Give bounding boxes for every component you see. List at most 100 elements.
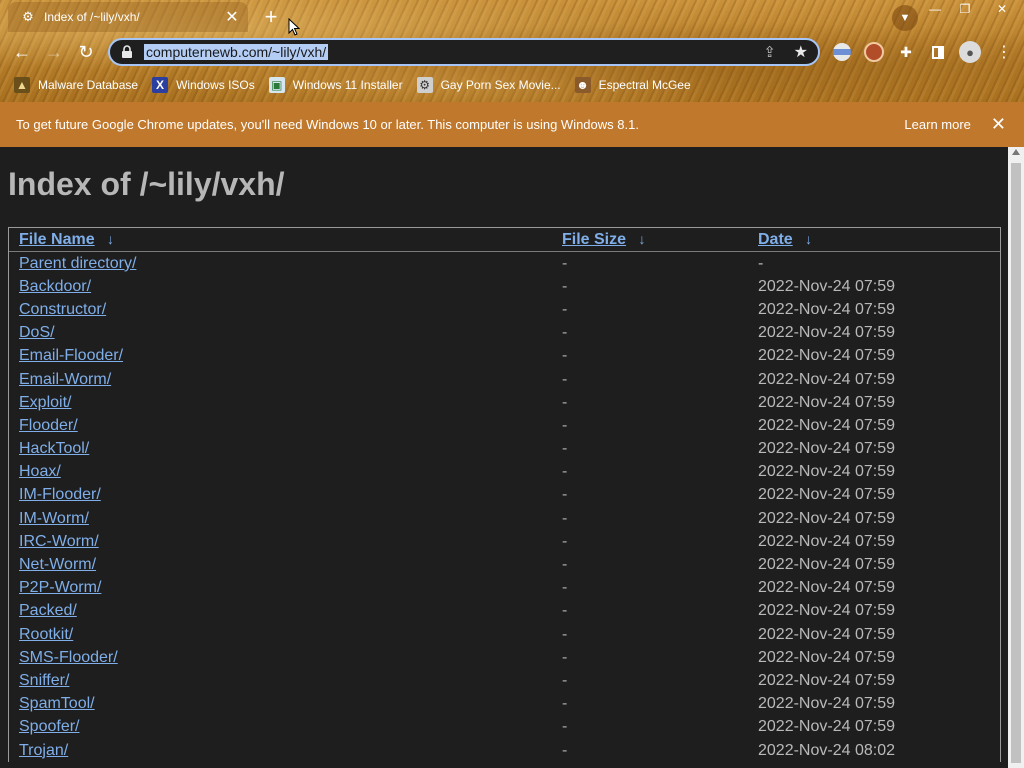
file-date-cell: 2022-Nov-24 08:02: [758, 741, 895, 759]
infobar-close-icon[interactable]: ✕: [991, 114, 1006, 135]
table-row: Constructor/ - 2022-Nov-24 07:59: [9, 298, 1000, 321]
file-link[interactable]: Email-Worm/: [19, 371, 111, 388]
file-name-cell: Exploit/: [9, 394, 552, 412]
extension-globe-icon[interactable]: [832, 42, 852, 62]
file-link[interactable]: SpamTool/: [19, 695, 95, 712]
file-link[interactable]: P2P-Worm/: [19, 579, 101, 596]
file-size-cell: -: [562, 254, 568, 272]
file-link[interactable]: Spoofer/: [19, 718, 79, 735]
share-icon[interactable]: ⇪: [763, 43, 776, 61]
file-size-cell: -: [562, 741, 568, 759]
table-row: P2P-Worm/ - 2022-Nov-24 07:59: [9, 577, 1000, 600]
file-link[interactable]: Hoax/: [19, 463, 61, 480]
file-date-cell: 2022-Nov-24 07:59: [758, 532, 895, 550]
file-name-cell: HackTool/: [9, 440, 552, 458]
file-link[interactable]: HackTool/: [19, 440, 89, 457]
file-link[interactable]: IM-Worm/: [19, 510, 89, 527]
bookmark-label: Malware Database: [38, 78, 139, 92]
forward-button[interactable]: →: [42, 40, 66, 64]
table-row: Parent directory/ - -: [9, 252, 1000, 275]
sort-arrow-icon[interactable]: ↓: [638, 231, 645, 247]
minimize-button[interactable]: —: [920, 0, 950, 18]
file-date-cell: 2022-Nov-24 07:59: [758, 579, 895, 597]
scrollbar-thumb[interactable]: [1011, 163, 1021, 763]
file-name-cell: IRC-Worm/: [9, 533, 552, 551]
file-name-cell: Spoofer/: [9, 718, 552, 736]
chrome-menu-icon[interactable]: ⋮: [994, 42, 1014, 62]
file-link[interactable]: Exploit/: [19, 394, 71, 411]
file-size-cell: -: [562, 556, 568, 574]
tab-close-icon[interactable]: ✕: [222, 7, 242, 27]
new-tab-button[interactable]: +: [260, 5, 282, 29]
extensions-puzzle-icon[interactable]: ✚: [896, 42, 916, 62]
table-row: Email-Flooder/ - 2022-Nov-24 07:59: [9, 345, 1000, 368]
profile-icon[interactable]: ●: [958, 40, 982, 64]
tab-active[interactable]: ⚙ Index of /~lily/vxh/ ✕: [8, 2, 248, 32]
table-row: Email-Worm/ - 2022-Nov-24 07:59: [9, 368, 1000, 391]
table-row: Spoofer/ - 2022-Nov-24 07:59: [9, 716, 1000, 739]
bookmark-star-icon[interactable]: ★: [794, 42, 808, 62]
bookmark-windows-isos[interactable]: X Windows ISOs: [152, 77, 255, 93]
extension-avatar-icon[interactable]: [864, 42, 884, 62]
file-date-cell: 2022-Nov-24 07:59: [758, 300, 895, 318]
sort-arrow-icon[interactable]: ↓: [805, 231, 812, 247]
sort-by-name-link[interactable]: File Name: [19, 231, 95, 248]
file-size-cell: -: [562, 579, 568, 597]
file-date-cell: 2022-Nov-24 07:59: [758, 625, 895, 643]
window-controls: — ❐ ✕: [920, 0, 1024, 18]
file-name-cell: Trojan/: [9, 742, 552, 760]
learn-more-button[interactable]: Learn more: [904, 117, 970, 132]
window-close-button[interactable]: ✕: [980, 0, 1024, 18]
table-row: Net-Worm/ - 2022-Nov-24 07:59: [9, 553, 1000, 576]
file-link[interactable]: Email-Flooder/: [19, 347, 123, 364]
file-link[interactable]: Rootkit/: [19, 626, 73, 643]
back-button[interactable]: ←: [10, 40, 34, 64]
sort-by-size-link[interactable]: File Size: [562, 231, 626, 248]
file-link[interactable]: DoS/: [19, 324, 55, 341]
restore-button[interactable]: ❐: [950, 0, 980, 18]
file-link[interactable]: Parent directory/: [19, 255, 136, 272]
file-link[interactable]: Net-Worm/: [19, 556, 96, 573]
sort-by-date-link[interactable]: Date: [758, 231, 793, 248]
file-date-cell: 2022-Nov-24 07:59: [758, 648, 895, 666]
bookmark-gay-porn[interactable]: ⚙ Gay Porn Sex Movie...: [416, 77, 561, 93]
vertical-scrollbar[interactable]: [1008, 147, 1024, 768]
table-row: Rootkit/ - 2022-Nov-24 07:59: [9, 623, 1000, 646]
scroll-up-arrow-icon[interactable]: [1012, 149, 1020, 155]
file-link[interactable]: Constructor/: [19, 301, 106, 318]
file-date-cell: 2022-Nov-24 07:59: [758, 509, 895, 527]
table-row: Packed/ - 2022-Nov-24 07:59: [9, 600, 1000, 623]
reload-button[interactable]: ↻: [74, 40, 98, 64]
file-link[interactable]: Sniffer/: [19, 672, 69, 689]
tab-favicon-icon: ⚙: [22, 9, 34, 24]
file-name-cell: Packed/: [9, 602, 552, 620]
url-text[interactable]: computernewb.com/~lily/vxh/: [144, 44, 329, 60]
malware-bookmark-icon: ▲: [14, 77, 30, 93]
file-name-cell: Parent directory/: [9, 255, 552, 273]
file-link[interactable]: IM-Flooder/: [19, 486, 101, 503]
file-link[interactable]: Trojan/: [19, 742, 68, 759]
address-bar[interactable]: computernewb.com/~lily/vxh/ ⇪ ★: [108, 38, 820, 66]
table-row: IRC-Worm/ - 2022-Nov-24 07:59: [9, 530, 1000, 553]
file-link[interactable]: Flooder/: [19, 417, 78, 434]
file-name-cell: IM-Flooder/: [9, 486, 552, 504]
infobar-message: To get future Google Chrome updates, you…: [16, 117, 639, 132]
file-link[interactable]: IRC-Worm/: [19, 533, 99, 550]
sort-arrow-icon[interactable]: ↓: [107, 231, 114, 247]
file-size-cell: -: [562, 440, 568, 458]
file-link[interactable]: SMS-Flooder/: [19, 649, 118, 666]
side-panel-icon[interactable]: [928, 42, 948, 62]
gear-bookmark-icon: ⚙: [416, 77, 433, 93]
bookmark-espectral-mcgee[interactable]: ☻ Espectral McGee: [574, 77, 691, 93]
file-size-cell: -: [562, 625, 568, 643]
page-title: Index of /~lily/vxh/: [8, 166, 285, 202]
file-name-cell: SMS-Flooder/: [9, 649, 552, 667]
bookmark-malware-database[interactable]: ▲ Malware Database: [14, 77, 138, 93]
tab-search-button[interactable]: ▼: [892, 5, 918, 31]
file-link[interactable]: Backdoor/: [19, 278, 91, 295]
bookmark-windows-11-installer[interactable]: ▣ Windows 11 Installer: [268, 77, 403, 93]
table-row: SMS-Flooder/ - 2022-Nov-24 07:59: [9, 646, 1000, 669]
table-row: SpamTool/ - 2022-Nov-24 07:59: [9, 693, 1000, 716]
file-link[interactable]: Packed/: [19, 602, 77, 619]
file-name-cell: P2P-Worm/: [9, 579, 552, 597]
